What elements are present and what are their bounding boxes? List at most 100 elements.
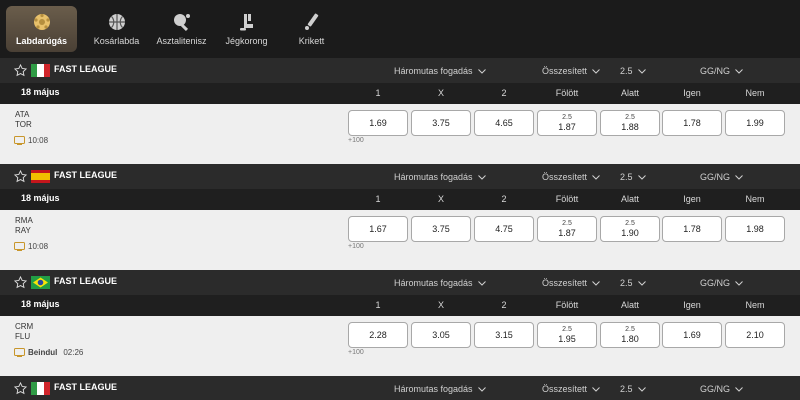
column-label: X [437, 88, 444, 98]
column-label: Alatt [620, 194, 639, 204]
market-selector-three_way[interactable]: Háromutas fogadás [394, 66, 486, 76]
column-label: Alatt [620, 300, 639, 310]
odds-button[interactable]: 1.99 [725, 110, 785, 136]
match-row[interactable]: RMA RAY 10:08 +100 1.67 3.75 4.75 2.5 1.87 2.5 1.9… [0, 210, 800, 270]
tab-label: Asztalitenisz [156, 36, 207, 46]
soccer-ball-icon [32, 12, 52, 32]
market-selector-line[interactable]: 2.5 [620, 384, 646, 394]
table-tennis-icon [172, 12, 192, 32]
column-label: 2 [501, 300, 507, 310]
column-label: 1 [375, 300, 381, 310]
odds-button[interactable]: 3.15 [474, 322, 534, 348]
odds-button[interactable]: 3.75 [411, 216, 471, 242]
league-block: FAST LEAGUE Háromutas fogadás Összesített 2… [0, 270, 800, 376]
market-selector-total[interactable]: Összesített [542, 384, 600, 394]
kickoff-time: 02:26 [63, 348, 84, 357]
odds-value: 1.88 [621, 122, 639, 132]
more-markets-link[interactable]: +100 [348, 349, 364, 356]
odds-value: 1.78 [683, 118, 701, 128]
odds-button[interactable]: 3.75 [411, 110, 471, 136]
odds-button[interactable]: 4.75 [474, 216, 534, 242]
market-selector-btts[interactable]: GG/NG [700, 66, 743, 76]
star-icon[interactable] [13, 275, 28, 289]
home-team: CRM [15, 322, 34, 331]
odds-button[interactable]: 1.69 [348, 110, 408, 136]
tab-basketball[interactable]: Kosárlabda [85, 6, 148, 52]
chevron-down-icon [637, 174, 646, 180]
star-icon[interactable] [13, 63, 28, 77]
odds-value: 1.87 [558, 228, 576, 238]
column-label: 2 [501, 88, 507, 98]
market-selector-total[interactable]: Összesített [542, 278, 600, 288]
odds-button[interactable]: 2.5 1.87 [537, 216, 597, 242]
odds-value: 2.28 [369, 330, 387, 340]
odds-button[interactable]: 3.05 [411, 322, 471, 348]
odds-button[interactable]: 2.5 1.88 [600, 110, 660, 136]
odds-button[interactable]: 2.5 1.87 [537, 110, 597, 136]
more-markets-link[interactable]: +100 [348, 243, 364, 250]
odds-value: 3.75 [432, 118, 450, 128]
live-label: Beindul [28, 348, 58, 357]
away-team: FLU [15, 332, 31, 341]
match-time: 10:08 [14, 242, 48, 251]
odds-button[interactable]: 1.78 [662, 110, 722, 136]
tab-label: Labdarúgás [15, 36, 67, 46]
market-selector-btts[interactable]: GG/NG [700, 278, 743, 288]
odds-value: 3.05 [432, 330, 450, 340]
tab-soccer[interactable]: Labdarúgás [6, 6, 77, 52]
column-header: 18 május 1 X 2 Fölött Alatt Igen Nem [0, 83, 800, 104]
match-date: 18 május [21, 299, 60, 309]
basketball-icon [107, 12, 127, 32]
flag-icon [31, 170, 50, 183]
chevron-down-icon [735, 68, 743, 74]
market-selector-btts[interactable]: GG/NG [700, 172, 743, 182]
tab-table-tennis[interactable]: Asztalitenisz [150, 6, 213, 52]
tab-ice-hockey[interactable]: Jégkorong [215, 6, 278, 52]
market-selector-line[interactable]: 2.5 [620, 172, 646, 182]
league-header: FAST LEAGUE Háromutas fogadás Összesített 2… [0, 164, 800, 189]
chevron-down-icon [592, 280, 600, 286]
odds-button[interactable]: 1.69 [662, 322, 722, 348]
odds-button[interactable]: 1.67 [348, 216, 408, 242]
odds-button[interactable]: 2.5 1.80 [600, 322, 660, 348]
market-selector-three_way[interactable]: Háromutas fogadás [394, 384, 486, 394]
market-selector-line[interactable]: 2.5 [620, 66, 646, 76]
odds-value: 3.15 [495, 330, 513, 340]
star-icon[interactable] [13, 169, 28, 183]
league-name: FAST LEAGUE [54, 382, 118, 392]
league-header: FAST LEAGUE Háromutas fogadás Összesített 2… [0, 376, 800, 400]
odds-button[interactable]: 4.65 [474, 110, 534, 136]
odds-value: 1.78 [683, 224, 701, 234]
sport-tabs: Labdarúgás Kosárlabda Asztalitenisz Jégk… [0, 0, 800, 58]
odds-line: 2.5 [562, 326, 572, 333]
match-row[interactable]: CRM FLU Beindul 02:26 +100 2.28 3.05 3.15 2.5 1.9… [0, 316, 800, 376]
league-list: FAST LEAGUE Háromutas fogadás Összesített 2… [0, 58, 800, 400]
market-selector-total[interactable]: Összesített [542, 172, 600, 182]
odds-button[interactable]: 2.5 1.90 [600, 216, 660, 242]
star-icon[interactable] [13, 381, 28, 395]
odds-value: 4.65 [495, 118, 513, 128]
odds-button[interactable]: 2.5 1.95 [537, 322, 597, 348]
column-label: Fölött [555, 300, 579, 310]
market-selector-line[interactable]: 2.5 [620, 278, 646, 288]
column-label: Fölött [555, 194, 579, 204]
odds-value: 1.99 [746, 118, 764, 128]
tv-icon [14, 348, 25, 357]
column-label: 2 [501, 194, 507, 204]
chevron-down-icon [735, 174, 743, 180]
away-team: RAY [15, 226, 31, 235]
tab-label: Kosárlabda [93, 36, 140, 46]
odds-button[interactable]: 2.28 [348, 322, 408, 348]
odds-button[interactable]: 1.98 [725, 216, 785, 242]
odds-value: 1.98 [746, 224, 764, 234]
odds-button[interactable]: 2.10 [725, 322, 785, 348]
odds-button[interactable]: 1.78 [662, 216, 722, 242]
match-row[interactable]: ATA TOR 10:08 +100 1.69 3.75 4.65 2.5 1.87 2.5 1.8… [0, 104, 800, 164]
odds-value: 1.87 [558, 122, 576, 132]
tab-cricket[interactable]: Krikett [280, 6, 343, 52]
market-selector-three_way[interactable]: Háromutas fogadás [394, 278, 486, 288]
market-selector-three_way[interactable]: Háromutas fogadás [394, 172, 486, 182]
more-markets-link[interactable]: +100 [348, 137, 364, 144]
market-selector-total[interactable]: Összesített [542, 66, 600, 76]
market-selector-btts[interactable]: GG/NG [700, 384, 743, 394]
